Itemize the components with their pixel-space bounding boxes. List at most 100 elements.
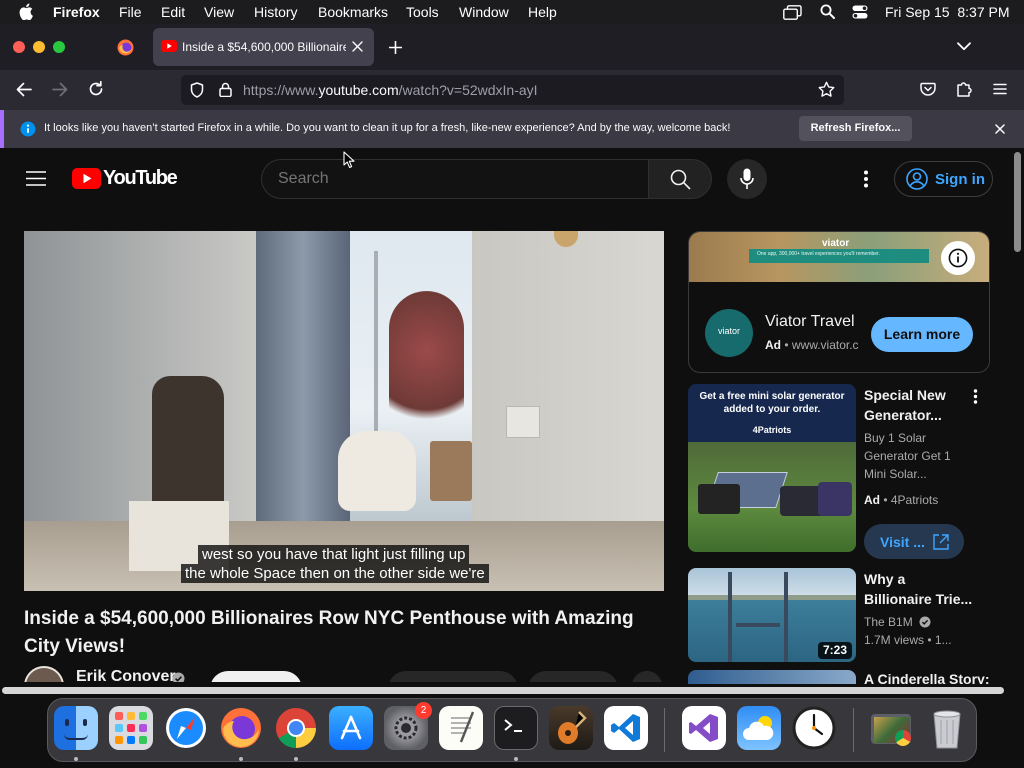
vertical-scrollbar-thumb[interactable]: [1014, 152, 1021, 252]
window-zoom-button[interactable]: [53, 41, 65, 53]
menu-datetime[interactable]: Fri Sep 15 8:37 PM: [885, 4, 1010, 20]
extensions-puzzle-icon[interactable]: [956, 80, 973, 98]
guide-menu-icon[interactable]: [26, 171, 46, 186]
video-light-switch: [506, 406, 540, 438]
lock-icon[interactable]: [219, 82, 232, 97]
tracking-protection-shield-icon[interactable]: [190, 82, 204, 98]
channel-avatar[interactable]: [24, 666, 64, 682]
settings-more-vertical-icon[interactable]: [863, 170, 869, 188]
voice-search-button[interactable]: [727, 159, 767, 199]
new-tab-icon[interactable]: [389, 41, 402, 54]
firefox-dock-icon[interactable]: [219, 706, 263, 750]
refresh-firefox-button[interactable]: Refresh Firefox...: [799, 116, 912, 141]
b1m-thumb-tower: [728, 572, 788, 662]
url-bar[interactable]: https://www.youtube.com/watch?v=52wdxIn-…: [181, 75, 844, 105]
viator-ad-card[interactable]: viator One app, 300,000+ travel experien…: [688, 231, 990, 373]
visual-studio-logo-icon: [689, 714, 718, 742]
safari-icon[interactable]: [164, 706, 208, 750]
clock-icon[interactable]: [792, 706, 836, 750]
horizontal-scrollbar-thumb[interactable]: [2, 687, 1004, 694]
menu-history[interactable]: History: [254, 4, 298, 20]
trash-icon[interactable]: [925, 706, 969, 750]
firefox-view-icon[interactable]: [117, 39, 134, 56]
viator-banner-tagline: One app, 300,000+ travel experiences you…: [757, 251, 880, 257]
finder-eye-right: [83, 719, 87, 726]
share-button[interactable]: [528, 671, 618, 682]
screen-mirroring-icon[interactable]: [783, 5, 802, 20]
microphone-icon: [740, 168, 754, 189]
menu-file[interactable]: File: [119, 4, 142, 20]
tab-title: Inside a $54,600,000 Billionaire: [182, 40, 346, 54]
control-center-icon[interactable]: [852, 4, 868, 20]
vscode-icon[interactable]: [604, 706, 648, 750]
firefox-logo-icon: [221, 708, 261, 748]
patriots-ad-thumbnail[interactable]: Get a free mini solar generator added to…: [688, 384, 856, 552]
menu-view[interactable]: View: [204, 4, 234, 20]
menu-help[interactable]: Help: [528, 4, 557, 20]
subscribe-button[interactable]: [210, 671, 302, 682]
guitar-icon: [558, 711, 587, 744]
app-store-a-icon: [340, 715, 362, 740]
b1m-video-title-line2[interactable]: Billionaire Trie...: [864, 589, 972, 609]
chrome-running-dot: [294, 757, 298, 761]
spotlight-search-icon[interactable]: [820, 4, 835, 19]
list-all-tabs-chevron-down-icon[interactable]: [957, 42, 971, 51]
patriots-ad-more-icon[interactable]: [973, 389, 978, 404]
menu-tools[interactable]: Tools: [406, 4, 439, 20]
menu-window[interactable]: Window: [459, 4, 509, 20]
bookmark-star-icon[interactable]: [818, 81, 835, 98]
patriots-ad-title-line2[interactable]: Generator...: [864, 405, 942, 425]
reload-icon[interactable]: [88, 81, 104, 97]
b1m-channel-row[interactable]: The B1M: [864, 613, 931, 631]
terminal-icon[interactable]: [494, 706, 538, 750]
b1m-video-title-line1[interactable]: Why a: [864, 569, 905, 589]
b1m-video-meta: 1.7M views • 1...: [864, 633, 952, 647]
url-text[interactable]: https://www.youtube.com/watch?v=52wdxIn-…: [243, 82, 538, 98]
pocket-icon[interactable]: [920, 81, 936, 97]
app-store-icon[interactable]: [329, 706, 373, 750]
like-dislike-button[interactable]: [388, 671, 518, 682]
chrome-icon[interactable]: [274, 706, 318, 750]
visit-advertiser-button[interactable]: Visit ...: [864, 524, 964, 559]
sun-cloud-icon: [743, 716, 774, 740]
menu-bookmarks[interactable]: Bookmarks: [318, 4, 388, 20]
video-sculpture: [152, 376, 224, 511]
finder-icon[interactable]: [54, 706, 98, 750]
menu-app-name[interactable]: Firefox: [53, 4, 100, 20]
forward-arrow-icon[interactable]: [52, 82, 68, 97]
back-arrow-icon[interactable]: [16, 82, 32, 97]
safari-compass-icon: [166, 708, 206, 748]
launchpad-icon[interactable]: [109, 706, 153, 750]
learn-more-button[interactable]: Learn more: [871, 317, 973, 352]
apple-logo-icon[interactable]: [19, 3, 33, 20]
window-minimize-button[interactable]: [33, 41, 45, 53]
b1m-video-thumbnail[interactable]: 7:23: [688, 568, 856, 662]
video-curtain: [256, 231, 350, 531]
sign-in-button[interactable]: Sign in: [894, 161, 993, 197]
tab-youtube-video[interactable]: Inside a $54,600,000 Billionaire: [153, 28, 374, 66]
patriots-ad-title-line1[interactable]: Special New: [864, 385, 946, 405]
textedit-icon[interactable]: [439, 706, 483, 750]
notification-close-icon[interactable]: [995, 124, 1005, 134]
open-external-icon: [933, 534, 949, 550]
url-domain: youtube.com: [318, 82, 399, 98]
cinderella-video-thumbnail[interactable]: [688, 670, 856, 684]
weather-icon[interactable]: [737, 706, 781, 750]
window-close-button[interactable]: [13, 41, 25, 53]
ad-info-button[interactable]: [941, 241, 975, 275]
macos-menu-bar: Firefox File Edit View History Bookmarks…: [0, 0, 1024, 24]
search-button[interactable]: [648, 159, 712, 199]
cinderella-video-title[interactable]: A Cinderella Story:: [864, 671, 990, 684]
menu-edit[interactable]: Edit: [161, 4, 185, 20]
garageband-icon[interactable]: [549, 706, 593, 750]
visual-studio-icon[interactable]: [682, 706, 726, 750]
tab-close-icon[interactable]: [352, 41, 363, 52]
search-input[interactable]: [261, 159, 649, 199]
channel-name[interactable]: Erik Conover: [76, 668, 176, 682]
downloads-stack-icon[interactable]: [869, 706, 913, 750]
more-actions-button[interactable]: [632, 671, 662, 682]
youtube-logo[interactable]: YouTube: [72, 167, 178, 191]
video-player[interactable]: west so you have that light just filling…: [24, 231, 664, 591]
url-prefix: https://www.: [243, 82, 319, 98]
app-menu-hamburger-icon[interactable]: [993, 83, 1007, 95]
